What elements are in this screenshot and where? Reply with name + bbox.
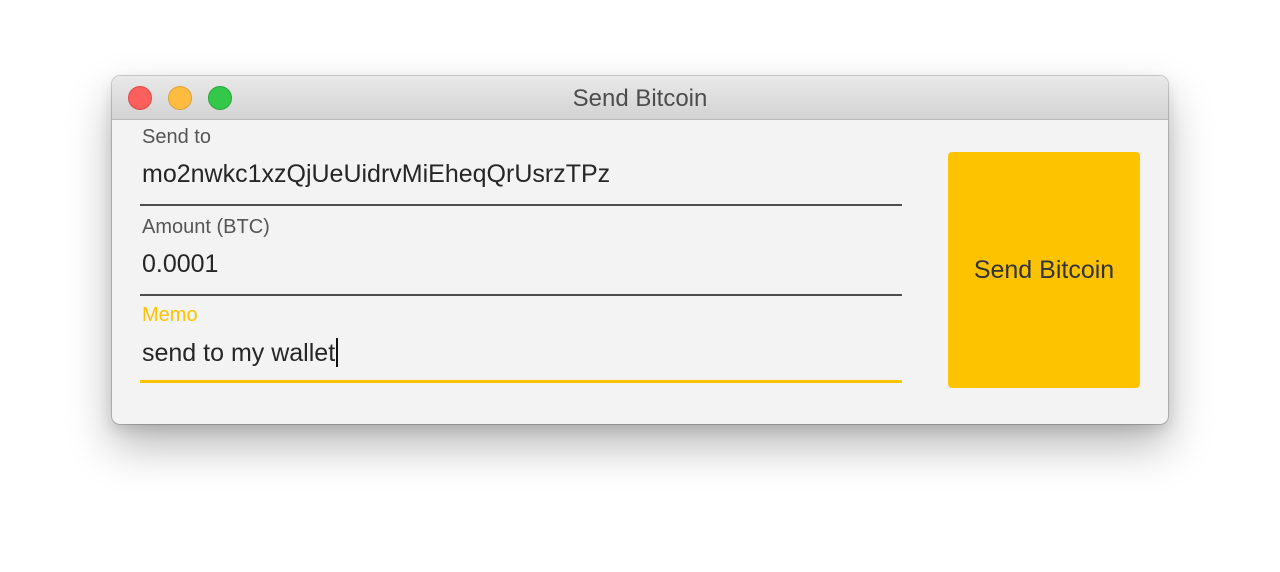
title-bar[interactable]: Send Bitcoin [112, 76, 1168, 120]
memo-underline [140, 380, 902, 383]
memo-label: Memo [142, 304, 198, 326]
memo-input-text: send to my wallet [142, 339, 336, 367]
send-to-label: Send to [142, 126, 211, 148]
amount-label: Amount (BTC) [142, 216, 270, 238]
send-to-underline [140, 204, 902, 206]
amount-underline [140, 294, 902, 296]
amount-input[interactable]: 0.0001 [142, 250, 218, 279]
text-caret [336, 338, 339, 367]
send-bitcoin-button[interactable]: Send Bitcoin [948, 152, 1140, 388]
window-title: Send Bitcoin [572, 85, 708, 112]
memo-input[interactable]: send to my wallet [142, 338, 339, 368]
send-bitcoin-window: Send Bitcoin Send to mo2nwkc1xzQjUeUidrv… [112, 76, 1168, 424]
send-to-input[interactable]: mo2nwkc1xzQjUeUidrvMiEheqQrUsrzTPz [142, 160, 610, 189]
